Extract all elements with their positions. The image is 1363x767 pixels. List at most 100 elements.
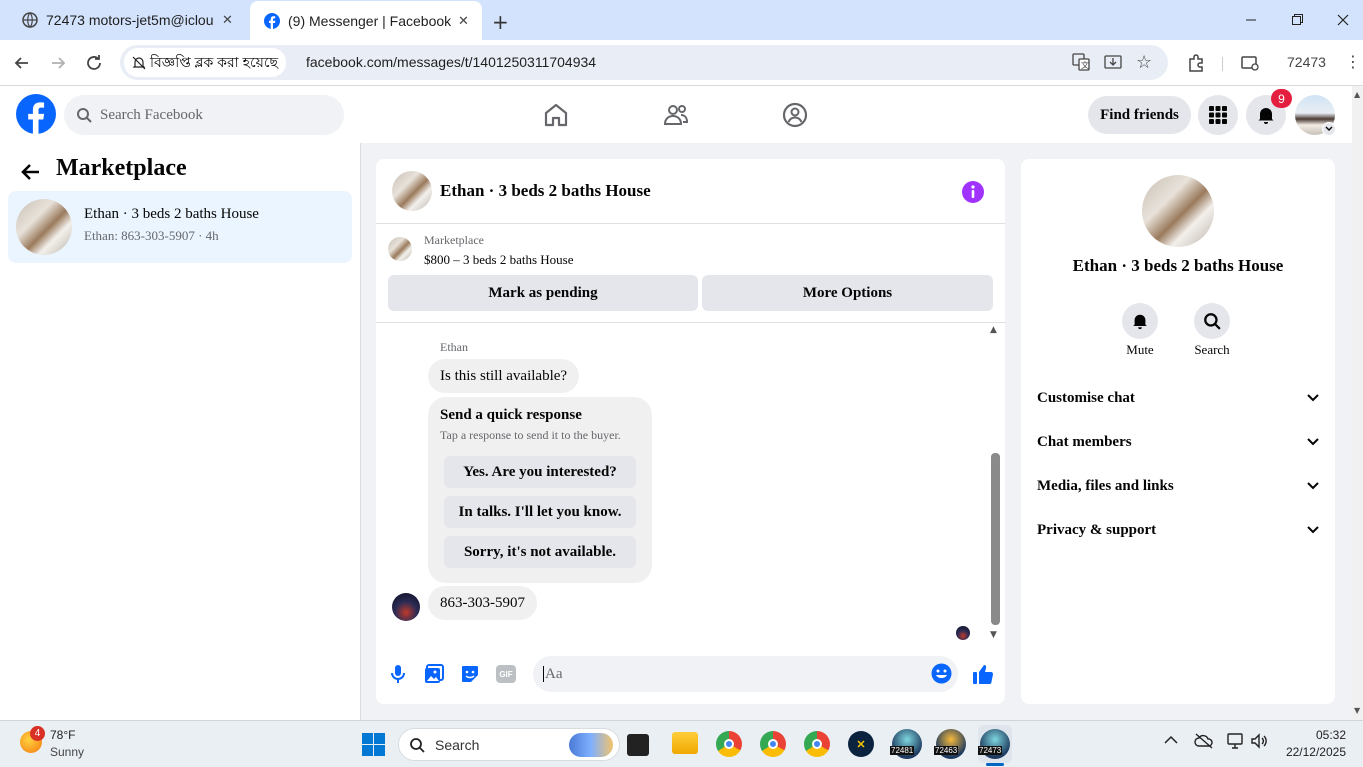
chat-avatar[interactable]	[392, 171, 432, 211]
groups-icon[interactable]	[781, 101, 809, 129]
weather-temp[interactable]: 78°F	[50, 728, 75, 742]
browser-menu-icon[interactable]: ⋮	[1345, 52, 1361, 71]
account-chevron-icon[interactable]	[1322, 122, 1336, 136]
chat-scroll-down-icon[interactable]: ▼	[990, 630, 997, 640]
gif-icon[interactable]: GIF	[496, 665, 516, 683]
chevron-up-icon[interactable]	[1164, 735, 1178, 745]
translate-icon[interactable]: 文	[1072, 53, 1090, 71]
message-text: Is this still available?	[440, 367, 568, 384]
find-friends-button[interactable]: Find friends	[1088, 96, 1191, 134]
forward-icon	[48, 53, 68, 73]
facebook-logo[interactable]	[16, 94, 56, 134]
cloud-offline-icon[interactable]	[1194, 733, 1214, 749]
new-tab-icon[interactable]: +	[492, 10, 509, 34]
file-explorer-icon[interactable]	[672, 732, 698, 754]
bookmark-star-icon[interactable]: ☆	[1136, 52, 1152, 73]
quick-response-button[interactable]: In talks. I'll let you know.	[444, 496, 636, 528]
listing-thumbnail[interactable]	[388, 237, 412, 261]
home-icon[interactable]	[542, 101, 570, 129]
chrome-profile-icon[interactable]	[760, 731, 786, 757]
chat-scroll-up-icon[interactable]: ▲	[990, 325, 997, 335]
toolbar-divider	[1222, 57, 1223, 71]
svg-text:文: 文	[1081, 60, 1089, 70]
taskbar-search[interactable]: Search	[398, 728, 620, 761]
tab-inactive[interactable]: 72473 motors-jet5m@iclou ✕	[8, 0, 246, 40]
emoji-icon[interactable]	[931, 663, 952, 684]
header-divider	[376, 223, 1005, 224]
install-app-icon[interactable]	[1104, 53, 1122, 71]
windows-start-icon[interactable]	[362, 733, 385, 756]
chat-scrollbar-thumb[interactable]	[991, 453, 1000, 625]
close-tab-icon[interactable]: ✕	[222, 12, 233, 28]
message-bubble[interactable]: 863-303-5907	[428, 586, 537, 620]
message-bubble[interactable]: Is this still available?	[428, 359, 580, 393]
quick-response-button[interactable]: Sorry, it's not available.	[444, 536, 636, 568]
app-label: 72473	[978, 746, 1003, 755]
tab-search-icon[interactable]	[1240, 53, 1260, 73]
listing-price-title[interactable]: $800 – 3 beds 2 baths House	[424, 252, 574, 268]
accordion-customise-chat[interactable]: Customise chat	[1037, 383, 1319, 413]
accordion-media-files-links[interactable]: Media, files and links	[1037, 471, 1319, 501]
search-in-chat-button[interactable]	[1194, 303, 1230, 339]
mute-button[interactable]	[1122, 303, 1158, 339]
scroll-down-icon[interactable]: ▼	[1354, 706, 1360, 715]
clock-date[interactable]: 22/12/2025	[1270, 745, 1346, 759]
omnibox[interactable]: বিজ্ঞপ্তি ব্লক করা হয়েছে facebook.com/m…	[120, 45, 1168, 80]
conversation-avatar	[16, 199, 72, 255]
photo-icon[interactable]	[424, 664, 444, 684]
back-arrow-icon[interactable]	[20, 161, 42, 183]
weather-badge: 4	[30, 726, 45, 741]
close-window-icon[interactable]	[1320, 0, 1363, 40]
restore-icon[interactable]	[1274, 0, 1320, 40]
minimize-icon[interactable]	[1228, 0, 1274, 40]
menu-grid-icon[interactable]	[1198, 95, 1238, 135]
conversation-preview: Ethan: 863-303-5907 · 4h	[84, 228, 219, 243]
accordion-label: Chat members	[1037, 433, 1132, 450]
bell-off-icon	[132, 56, 146, 70]
search-input[interactable]: Search Facebook	[64, 95, 344, 135]
volume-icon[interactable]	[1250, 733, 1268, 749]
accordion-privacy-support[interactable]: Privacy & support	[1037, 515, 1319, 545]
chevron-down-icon	[1307, 438, 1319, 446]
like-thumb-icon[interactable]	[972, 663, 994, 685]
notification-count-badge: 9	[1271, 89, 1292, 108]
back-icon[interactable]	[12, 53, 32, 73]
chat-window: Ethan · 3 beds 2 baths House Marketplace…	[376, 159, 1005, 704]
app-icon[interactable]: 72481	[890, 729, 922, 759]
reload-icon[interactable]	[84, 53, 104, 73]
app-icon[interactable]: 72463	[934, 729, 966, 759]
accordion-chat-members[interactable]: Chat members	[1037, 427, 1319, 457]
chevron-down-icon	[1307, 482, 1319, 490]
clock-time[interactable]: 05:32	[1280, 728, 1346, 742]
mark-as-pending-button[interactable]: Mark as pending	[388, 275, 698, 311]
taskbar-search-label: Search	[435, 736, 480, 753]
sender-avatar[interactable]	[392, 593, 420, 621]
app-x-icon[interactable]: ✕	[848, 731, 874, 757]
tab-active[interactable]: (9) Messenger | Facebook ✕	[250, 1, 482, 40]
info-icon[interactable]	[962, 181, 984, 203]
chrome-profile-icon[interactable]	[804, 731, 830, 757]
chrome-icon[interactable]	[716, 731, 742, 757]
conversation-item[interactable]: Ethan · 3 beds 2 baths House Ethan: 863-…	[8, 191, 352, 263]
page-scrollbar[interactable]: ▲ ▼	[1352, 86, 1363, 720]
text-cursor	[543, 666, 544, 682]
app-icon[interactable]: 72473	[978, 729, 1010, 759]
profile-label[interactable]: 72473	[1287, 54, 1326, 70]
browser-tab-strip: 72473 motors-jet5m@iclou ✕ (9) Messenger…	[0, 0, 1363, 40]
close-tab-icon[interactable]: ✕	[458, 13, 469, 29]
scroll-up-icon[interactable]: ▲	[1354, 90, 1360, 99]
url-text[interactable]: facebook.com/messages/t/1401250311704934	[306, 45, 596, 80]
microphone-icon[interactable]	[389, 664, 407, 684]
task-view-icon[interactable]	[627, 734, 649, 756]
info-avatar[interactable]	[1142, 175, 1214, 247]
more-options-button[interactable]: More Options	[702, 275, 993, 311]
message-input[interactable]: Aa	[533, 656, 958, 692]
chat-title[interactable]: Ethan · 3 beds 2 baths House	[440, 181, 651, 201]
weather-condition[interactable]: Sunny	[50, 745, 84, 759]
notifications-blocked-chip[interactable]: বিজ্ঞপ্তি ব্লক করা হয়েছে	[124, 48, 286, 77]
friends-icon[interactable]	[662, 101, 690, 129]
quick-response-button[interactable]: Yes. Are you interested?	[444, 456, 636, 488]
sticker-icon[interactable]	[460, 664, 480, 684]
network-icon[interactable]	[1226, 733, 1244, 749]
extensions-icon[interactable]	[1186, 53, 1206, 73]
